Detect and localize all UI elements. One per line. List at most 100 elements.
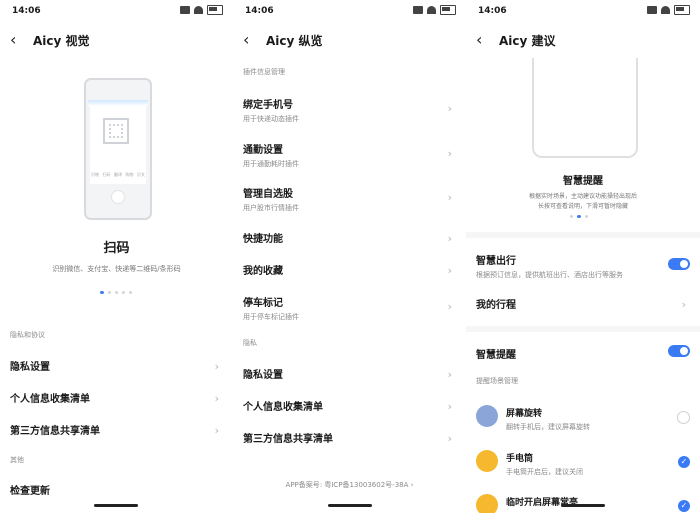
chevron-right-icon: › [447,147,452,160]
carousel-dot[interactable] [585,215,588,218]
signal-icon [180,6,190,14]
wifi-icon [194,6,203,14]
status-bar: 14:06 [0,0,233,22]
third-party-list-item[interactable]: 第三方信息共享清单 › [243,430,456,445]
section-header-privacy: 隐私和协议 [10,331,45,339]
icp-filing-link[interactable]: APP备案号: 粤ICP备13003602号-38A › [233,480,466,490]
chevron-right-icon: › [447,264,452,277]
signal-icon [647,6,657,14]
item-label: 绑定手机号 [243,100,293,111]
feature-caption: 扫码 识别微信、支付宝、快递等二维码/条形码 [0,237,233,274]
home-indicator[interactable] [94,504,138,507]
carousel-dot[interactable] [100,291,104,294]
smart-travel-item: 智慧出行 根据预订信息，提供航班出行、酒店出行等服务 [476,252,660,280]
smart-remind-toggle[interactable] [668,345,690,357]
aicy-suggestions-screen: 14:06 ‹ Aicy 建议 智慧提醒 根据实时场景，主动建议功能操轻出现后 … [466,0,700,513]
camera-mode-tab: 翻译 [114,172,122,177]
chevron-right-icon: › [214,424,219,437]
battery-icon [674,5,690,15]
camera-mode-tab: 识文 [137,172,145,177]
phone-illustration [532,58,638,158]
back-icon[interactable]: ‹ [10,30,16,49]
battery-icon [440,5,456,15]
screen-rotate-icon [476,405,498,427]
battery-icon [207,5,223,15]
commute-settings-item[interactable]: 通勤设置 用于通勤耗时插件 › [243,141,456,169]
shortcuts-item[interactable]: 快捷功能 › [243,230,456,245]
flashlight-icon [476,450,498,472]
chevron-right-icon: › [447,232,452,245]
status-time: 14:06 [12,6,41,16]
parking-mark-item[interactable]: 停车标记 用于停车标记插件 › [243,294,456,322]
shutter-icon [111,190,125,204]
smart-remind-item: 智慧提醒 [476,346,690,361]
chevron-right-icon: › [447,191,452,204]
personal-info-list-item[interactable]: 个人信息收集清单 › [10,390,223,405]
carousel-dot[interactable] [577,215,581,218]
qr-code-icon [103,118,129,144]
feature-description: 长按可查看说明，下滑可暂时隐藏 [537,203,628,210]
carousel-dot[interactable] [129,291,132,294]
chevron-right-icon: › [214,392,219,405]
section-header-plugins: 插件信息管理 [243,68,285,76]
wifi-icon [427,6,436,14]
item-label: 我的行程 [476,300,516,311]
back-icon[interactable]: ‹ [243,30,249,49]
home-indicator[interactable] [328,504,372,507]
camera-mode-tab: 识物 [91,172,99,177]
camera-mode-tab: 购物 [125,172,134,177]
carousel-dot[interactable] [108,291,111,294]
back-icon[interactable]: ‹ [476,30,482,49]
item-label: 管理自选股 [243,189,293,200]
item-label: 第三方信息共享清单 [10,426,100,437]
nav-bar: ‹ Aicy 纵览 [233,28,466,52]
favorites-item[interactable]: 我的收藏 › [243,262,456,277]
privacy-settings-item[interactable]: 隐私设置 › [243,366,456,381]
status-bar: 14:06 [466,0,700,22]
manage-stocks-item[interactable]: 管理自选股 用户股市行情插件 › [243,185,456,213]
check-update-item[interactable]: 检查更新 [10,482,223,497]
chevron-right-icon: › [447,102,452,115]
item-label: 隐私设置 [10,362,50,373]
camera-mode-tab: 扫码 [102,172,111,177]
privacy-settings-item[interactable]: 隐私设置 › [10,358,223,373]
nav-bar: ‹ Aicy 视觉 [0,28,233,52]
scene-screen-rotate[interactable]: 屏幕旋转 翻转手机后，建议屏幕旋转 [506,406,670,432]
camera-mode-tabs: 识物 扫码 翻译 购物 识文 [91,172,145,178]
carousel-dot[interactable] [122,291,125,294]
personal-info-list-item[interactable]: 个人信息收集清单 › [243,398,456,413]
chevron-right-icon: › [447,368,452,381]
chevron-right-icon: › [447,300,452,313]
scene-flashlight[interactable]: 手电筒 手电筒开启后，建议关闭 [506,451,670,477]
chevron-right-icon: › [447,432,452,445]
page-title: Aicy 视觉 [33,34,90,48]
wifi-icon [661,6,670,14]
status-icons [180,5,223,15]
icp-filing-text: APP备案号: 粤ICP备13003602号-38A [285,481,409,489]
item-label: 停车标记 [243,298,283,309]
chevron-right-icon: › [214,360,219,373]
scene-checkbox-checked[interactable]: ✓ [678,456,690,468]
status-time: 14:06 [245,6,274,16]
carousel-indicator[interactable] [570,215,588,218]
scene-checkbox[interactable] [677,411,690,424]
status-icons [413,5,456,15]
scene-checkbox-checked[interactable]: ✓ [678,500,690,512]
smart-travel-toggle[interactable] [668,258,690,270]
my-trip-item[interactable]: 我的行程 › [476,296,690,311]
feature-description: 识别微信、支付宝、快递等二维码/条形码 [52,265,181,273]
carousel-indicator[interactable] [100,291,132,294]
carousel-dot[interactable] [570,215,573,218]
scan-line [88,100,148,106]
section-header-privacy: 隐私 [243,339,257,347]
chevron-right-icon: › [410,481,414,489]
feature-description: 根据实时场景，主动建议功能操轻出现后 [528,193,637,200]
item-label: 隐私设置 [243,370,283,381]
carousel-dot[interactable] [115,291,118,294]
home-indicator[interactable] [561,504,605,507]
third-party-list-item[interactable]: 第三方信息共享清单 › [10,422,223,437]
item-subtitle: 用户股市行情插件 [243,204,299,212]
bind-phone-item[interactable]: 绑定手机号 用于快递动态插件 › [243,96,456,124]
item-label: 个人信息收集清单 [243,402,323,413]
item-label: 通勤设置 [243,145,283,156]
